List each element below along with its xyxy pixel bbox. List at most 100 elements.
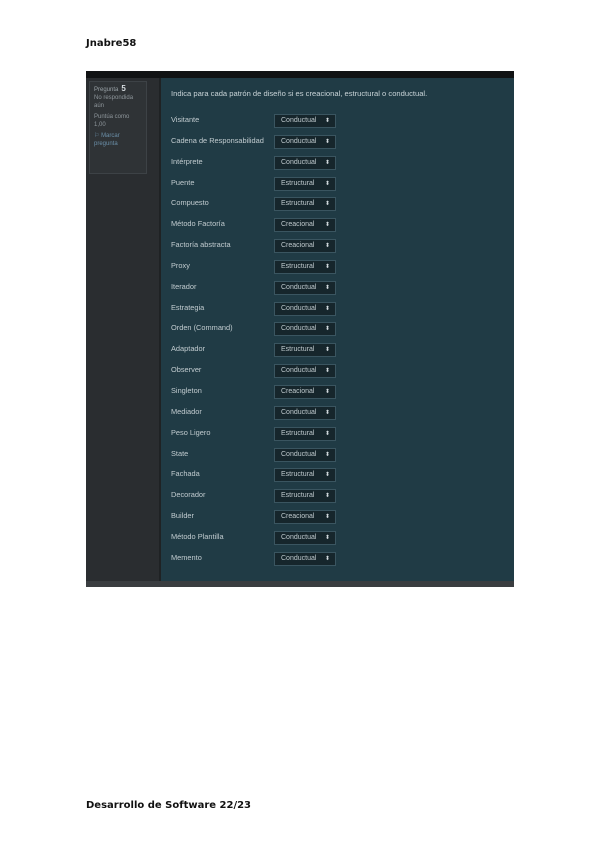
select-value: Conductual xyxy=(281,450,317,458)
pattern-type-select[interactable]: Conductual ⬍ xyxy=(274,405,336,420)
pattern-label: Singleton xyxy=(171,385,202,395)
quiz-screenshot: Pregunta 5 No respondida aún Puntúa como … xyxy=(86,71,514,587)
answer-row: Factoría abstracta Creacional ⬍ xyxy=(171,237,501,258)
select-value: Creacional xyxy=(281,221,315,229)
answer-row: Puente Estructural ⬍ xyxy=(171,175,501,196)
answer-row: Peso Ligero Estructural ⬍ xyxy=(171,425,501,446)
updown-arrow-icon: ⬍ xyxy=(324,305,330,312)
answer-row: Visitante Conductual ⬍ xyxy=(171,112,501,133)
pattern-type-select[interactable]: Conductual ⬍ xyxy=(274,530,336,545)
status-line-1: No respondida xyxy=(94,95,134,101)
answer-row: Iterador Conductual ⬍ xyxy=(171,279,501,300)
pattern-type-select[interactable]: Estructural ⬍ xyxy=(274,176,336,191)
pattern-label: Fachada xyxy=(171,469,200,479)
pattern-label: State xyxy=(171,448,189,458)
select-value: Estructural xyxy=(281,429,315,437)
updown-arrow-icon: ⬍ xyxy=(324,451,330,458)
updown-arrow-icon: ⬍ xyxy=(324,514,330,521)
pattern-label: Iterador xyxy=(171,281,197,291)
question-info-box: Pregunta 5 No respondida aún Puntúa como … xyxy=(89,81,147,174)
select-value: Creacional xyxy=(281,513,315,521)
pattern-label: Observer xyxy=(171,365,202,375)
pattern-type-select[interactable]: Conductual ⬍ xyxy=(274,322,336,337)
answer-row: State Conductual ⬍ xyxy=(171,446,501,467)
select-value: Conductual xyxy=(281,554,317,562)
updown-arrow-icon: ⬍ xyxy=(324,555,330,562)
updown-arrow-icon: ⬍ xyxy=(324,201,330,208)
pattern-type-select[interactable]: Conductual ⬍ xyxy=(274,447,336,462)
select-value: Conductual xyxy=(281,533,317,541)
updown-arrow-icon: ⬍ xyxy=(324,263,330,270)
select-value: Conductual xyxy=(281,283,317,291)
pattern-label: Orden (Command) xyxy=(171,323,233,333)
pattern-label: Compuesto xyxy=(171,198,209,208)
updown-arrow-icon: ⬍ xyxy=(324,388,330,395)
question-instruction: Indica para cada patrón de diseño si es … xyxy=(171,89,428,98)
answer-row: Observer Conductual ⬍ xyxy=(171,362,501,383)
select-value: Estructural xyxy=(281,471,315,479)
answer-row: Intérprete Conductual ⬍ xyxy=(171,154,501,175)
select-value: Estructural xyxy=(281,179,315,187)
pattern-type-select[interactable]: Estructural ⬍ xyxy=(274,259,336,274)
pattern-type-select[interactable]: Estructural ⬍ xyxy=(274,343,336,358)
select-value: Conductual xyxy=(281,367,317,375)
pattern-type-select[interactable]: Creacional ⬍ xyxy=(274,218,336,233)
select-value: Estructural xyxy=(281,492,315,500)
answer-row: Método Plantilla Conductual ⬍ xyxy=(171,529,501,550)
select-value: Estructural xyxy=(281,262,315,270)
question-sidebar: Pregunta 5 No respondida aún Puntúa como … xyxy=(86,78,159,587)
pattern-type-select[interactable]: Conductual ⬍ xyxy=(274,114,336,128)
select-value: Creacional xyxy=(281,387,315,395)
question-label: Pregunta xyxy=(94,87,119,93)
pattern-type-select[interactable]: Creacional ⬍ xyxy=(274,510,336,525)
answer-row: Proxy Estructural ⬍ xyxy=(171,258,501,279)
answer-row: Memento Conductual ⬍ xyxy=(171,550,501,571)
page-footer: Desarrollo de Software 22/23 xyxy=(86,800,252,811)
question-content: Indica para cada patrón de diseño si es … xyxy=(161,78,514,587)
answer-row: Builder Creacional ⬍ xyxy=(171,508,501,529)
pattern-type-select[interactable]: Estructural ⬍ xyxy=(274,426,336,441)
select-value: Conductual xyxy=(281,117,317,124)
updown-arrow-icon: ⬍ xyxy=(324,180,330,187)
pattern-label: Decorador xyxy=(171,490,206,500)
pattern-type-select[interactable]: Conductual ⬍ xyxy=(274,134,336,149)
select-value: Conductual xyxy=(281,325,317,333)
pattern-label: Intérprete xyxy=(171,156,203,166)
updown-arrow-icon: ⬍ xyxy=(324,368,330,375)
updown-arrow-icon: ⬍ xyxy=(324,493,330,500)
pattern-label: Builder xyxy=(171,511,195,521)
select-value: Conductual xyxy=(281,158,317,166)
flag-question-link[interactable]: ⚐ Marcar xyxy=(94,132,142,140)
flag-line-2[interactable]: pregunta xyxy=(94,140,142,148)
pattern-label: Visitante xyxy=(171,115,200,124)
question-number: 5 xyxy=(121,84,126,93)
pattern-type-select[interactable]: Conductual ⬍ xyxy=(274,155,336,170)
select-value: Conductual xyxy=(281,137,317,145)
updown-arrow-icon: ⬍ xyxy=(324,430,330,437)
pattern-type-select[interactable]: Estructural ⬍ xyxy=(274,468,336,483)
answer-row: Método Factoría Creacional ⬍ xyxy=(171,216,501,237)
select-value: Conductual xyxy=(281,408,317,416)
pattern-type-select[interactable]: Conductual ⬍ xyxy=(274,364,336,379)
pattern-label: Puente xyxy=(171,177,195,187)
updown-arrow-icon: ⬍ xyxy=(324,118,330,124)
pattern-type-select[interactable]: Conductual ⬍ xyxy=(274,301,336,316)
pattern-type-select[interactable]: Estructural ⬍ xyxy=(274,197,336,212)
pattern-type-select[interactable]: Conductual ⬍ xyxy=(274,280,336,295)
answer-row: Orden (Command) Conductual ⬍ xyxy=(171,320,501,341)
answer-row: Fachada Estructural ⬍ xyxy=(171,466,501,487)
pattern-type-select[interactable]: Creacional ⬍ xyxy=(274,239,336,254)
pattern-type-select[interactable]: Creacional ⬍ xyxy=(274,384,336,399)
pattern-label: Estrategia xyxy=(171,302,205,312)
pattern-label: Peso Ligero xyxy=(171,427,211,437)
pattern-label: Proxy xyxy=(171,260,190,270)
pattern-label: Cadena de Responsabilidad xyxy=(171,135,264,145)
pattern-type-select[interactable]: Conductual ⬍ xyxy=(274,551,336,566)
pattern-label: Mediador xyxy=(171,406,202,416)
pattern-type-select[interactable]: Estructural ⬍ xyxy=(274,489,336,504)
updown-arrow-icon: ⬍ xyxy=(324,159,330,166)
status-line-2: aún xyxy=(94,103,105,109)
answer-row: Compuesto Estructural ⬍ xyxy=(171,195,501,216)
updown-arrow-icon: ⬍ xyxy=(324,534,330,541)
select-value: Creacional xyxy=(281,242,315,250)
